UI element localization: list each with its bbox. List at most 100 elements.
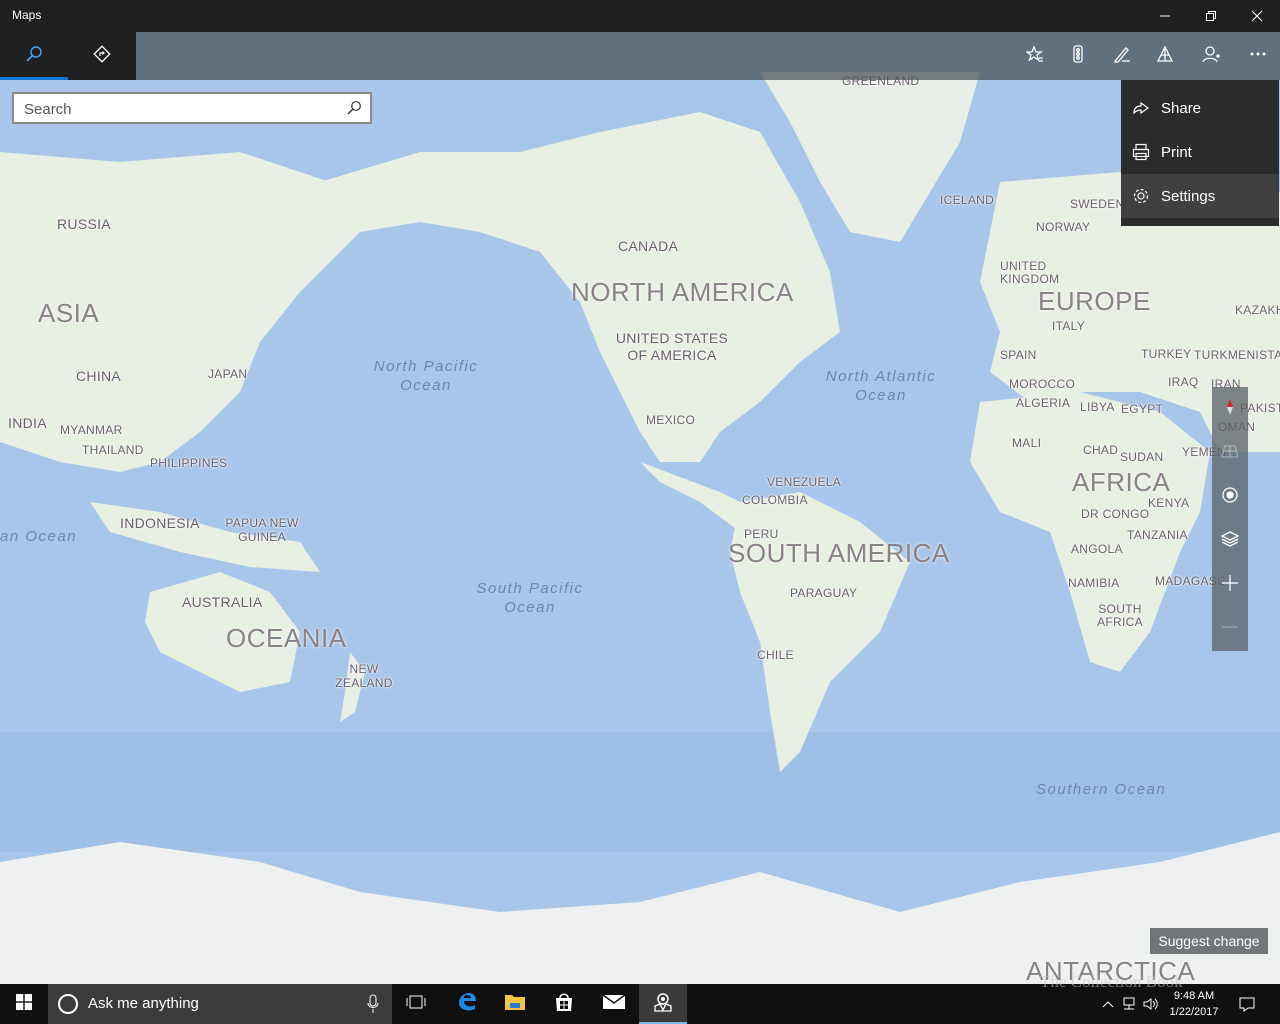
layers-button[interactable] xyxy=(1212,519,1248,563)
traffic-button[interactable] xyxy=(1056,32,1100,80)
traffic-icon xyxy=(1069,44,1087,68)
maps-icon xyxy=(652,991,674,1018)
label-mexico: MEXICO xyxy=(646,413,696,427)
search-input[interactable] xyxy=(24,99,344,119)
label-libya: LIBYA xyxy=(1080,400,1115,414)
task-view-icon xyxy=(405,993,427,1016)
task-view-button[interactable] xyxy=(392,984,440,1024)
label-turkmenistan: TURKMENISTAN xyxy=(1194,348,1280,362)
label-thailand: THAILAND xyxy=(82,443,144,457)
label-iceland: ICELAND xyxy=(940,193,995,207)
search-box xyxy=(12,92,372,124)
label-russia: RUSSIA xyxy=(57,216,111,232)
account-button[interactable] xyxy=(1189,32,1233,80)
ink-button[interactable] xyxy=(1100,32,1144,80)
tilt-icon xyxy=(1221,442,1239,465)
label-china: CHINA xyxy=(76,368,122,384)
menu-item-label: Print xyxy=(1161,143,1192,161)
label-usa: UNITED STATES OF AMERICA xyxy=(615,330,729,363)
label-chad: CHAD xyxy=(1083,443,1119,457)
search-tab[interactable] xyxy=(0,32,68,80)
menu-item-settings[interactable]: Settings xyxy=(1121,174,1279,218)
compass-button[interactable] xyxy=(1212,387,1248,431)
suggest-change-button[interactable]: Suggest change xyxy=(1150,928,1268,954)
file-explorer-icon xyxy=(504,992,526,1017)
minimize-button[interactable] xyxy=(1142,0,1188,32)
menu-item-label: Settings xyxy=(1161,187,1216,205)
label-south-america: SOUTH AMERICA xyxy=(728,538,950,568)
system-clock[interactable]: 9:48 AM 1/22/2017 xyxy=(1162,988,1226,1020)
label-papua: PAPUA NEW GUINEA xyxy=(225,516,299,544)
label-mali: MALI xyxy=(1012,436,1042,450)
edge-button[interactable] xyxy=(443,984,491,1024)
close-button[interactable] xyxy=(1234,0,1280,32)
label-dr-congo: DR CONGO xyxy=(1081,507,1150,521)
label-new-zealand: NEW ZEALAND xyxy=(335,662,393,690)
zoom-out-button[interactable] xyxy=(1212,607,1248,651)
label-south-pacific: South Pacific Ocean xyxy=(476,580,584,616)
ink-icon xyxy=(1113,45,1131,68)
label-africa: AFRICA xyxy=(1072,467,1171,497)
label-chile: CHILE xyxy=(757,648,794,662)
label-italy: ITALY xyxy=(1052,319,1086,333)
store-button[interactable] xyxy=(540,984,588,1024)
label-spain: SPAIN xyxy=(1000,348,1037,362)
label-paraguay: PARAGUAY xyxy=(790,586,858,600)
cortana-prompt: Ask me anything xyxy=(88,995,199,1012)
action-center-icon[interactable] xyxy=(1234,984,1260,1024)
layers-icon xyxy=(1220,530,1240,553)
settings-icon xyxy=(1131,186,1151,206)
title-bar: Maps xyxy=(0,0,1280,32)
tilt-button[interactable] xyxy=(1212,431,1248,475)
label-philippines: PHILIPPINES xyxy=(150,456,228,470)
label-morocco: MOROCCO xyxy=(1009,377,1076,391)
locate-icon xyxy=(1221,486,1239,509)
3d-cities-button[interactable] xyxy=(1143,32,1187,80)
more-button[interactable] xyxy=(1236,32,1280,80)
maps-taskbar-button[interactable] xyxy=(639,984,687,1024)
restore-button[interactable] xyxy=(1188,0,1234,32)
label-asia: ASIA xyxy=(38,298,100,328)
label-namibia: NAMIBIA xyxy=(1068,576,1120,590)
start-button[interactable] xyxy=(0,984,48,1024)
mail-icon xyxy=(602,993,626,1016)
menu-item-print[interactable]: Print xyxy=(1121,130,1279,174)
more-icon xyxy=(1249,45,1267,68)
locate-button[interactable] xyxy=(1212,475,1248,519)
label-iraq: IRAQ xyxy=(1168,375,1199,389)
cortana-icon xyxy=(58,994,78,1014)
label-myanmar: MYANMAR xyxy=(60,423,123,437)
toolbar-left-panel xyxy=(0,32,136,80)
zoom-out-icon xyxy=(1221,618,1239,641)
favorites-icon xyxy=(1025,44,1044,68)
search-submit-icon[interactable] xyxy=(346,100,362,121)
label-angola: ANGOLA xyxy=(1071,542,1123,556)
label-north-pacific: North Pacific Ocean xyxy=(373,358,479,394)
label-australia: AUSTRALIA xyxy=(182,594,263,610)
map-canvas[interactable]: GREENLAND ICELAND SWEDEN NORWAY UNITED K… xyxy=(0,32,1280,984)
window-title: Maps xyxy=(12,8,42,22)
label-norway: NORWAY xyxy=(1036,220,1091,234)
label-north-america: NORTH AMERICA xyxy=(571,277,794,307)
more-menu: Share Print Settings xyxy=(1121,80,1279,226)
clock-date: 1/22/2017 xyxy=(1169,1006,1219,1018)
account-icon xyxy=(1202,45,1220,68)
label-oceania: OCEANIA xyxy=(226,623,347,653)
menu-item-share[interactable]: Share xyxy=(1121,86,1279,130)
cortana-search-box[interactable]: Ask me anything xyxy=(48,984,392,1024)
file-explorer-button[interactable] xyxy=(491,984,539,1024)
label-venezuela: VENEZUELA xyxy=(767,475,842,489)
mail-button[interactable] xyxy=(590,984,638,1024)
label-indian-ocean: an Ocean xyxy=(0,528,78,545)
label-uk: UNITED KINGDOM xyxy=(1000,259,1060,286)
edge-icon xyxy=(456,991,478,1018)
label-tanzania: TANZANIA xyxy=(1127,528,1188,542)
store-icon xyxy=(554,992,574,1017)
label-sudan: SUDAN xyxy=(1120,450,1164,464)
label-turkey: TURKEY xyxy=(1141,347,1192,361)
zoom-in-button[interactable] xyxy=(1212,563,1248,607)
favorites-button[interactable] xyxy=(1013,32,1057,80)
directions-tab[interactable] xyxy=(68,32,136,80)
menu-item-label: Share xyxy=(1161,99,1202,117)
microphone-icon[interactable] xyxy=(366,994,380,1019)
